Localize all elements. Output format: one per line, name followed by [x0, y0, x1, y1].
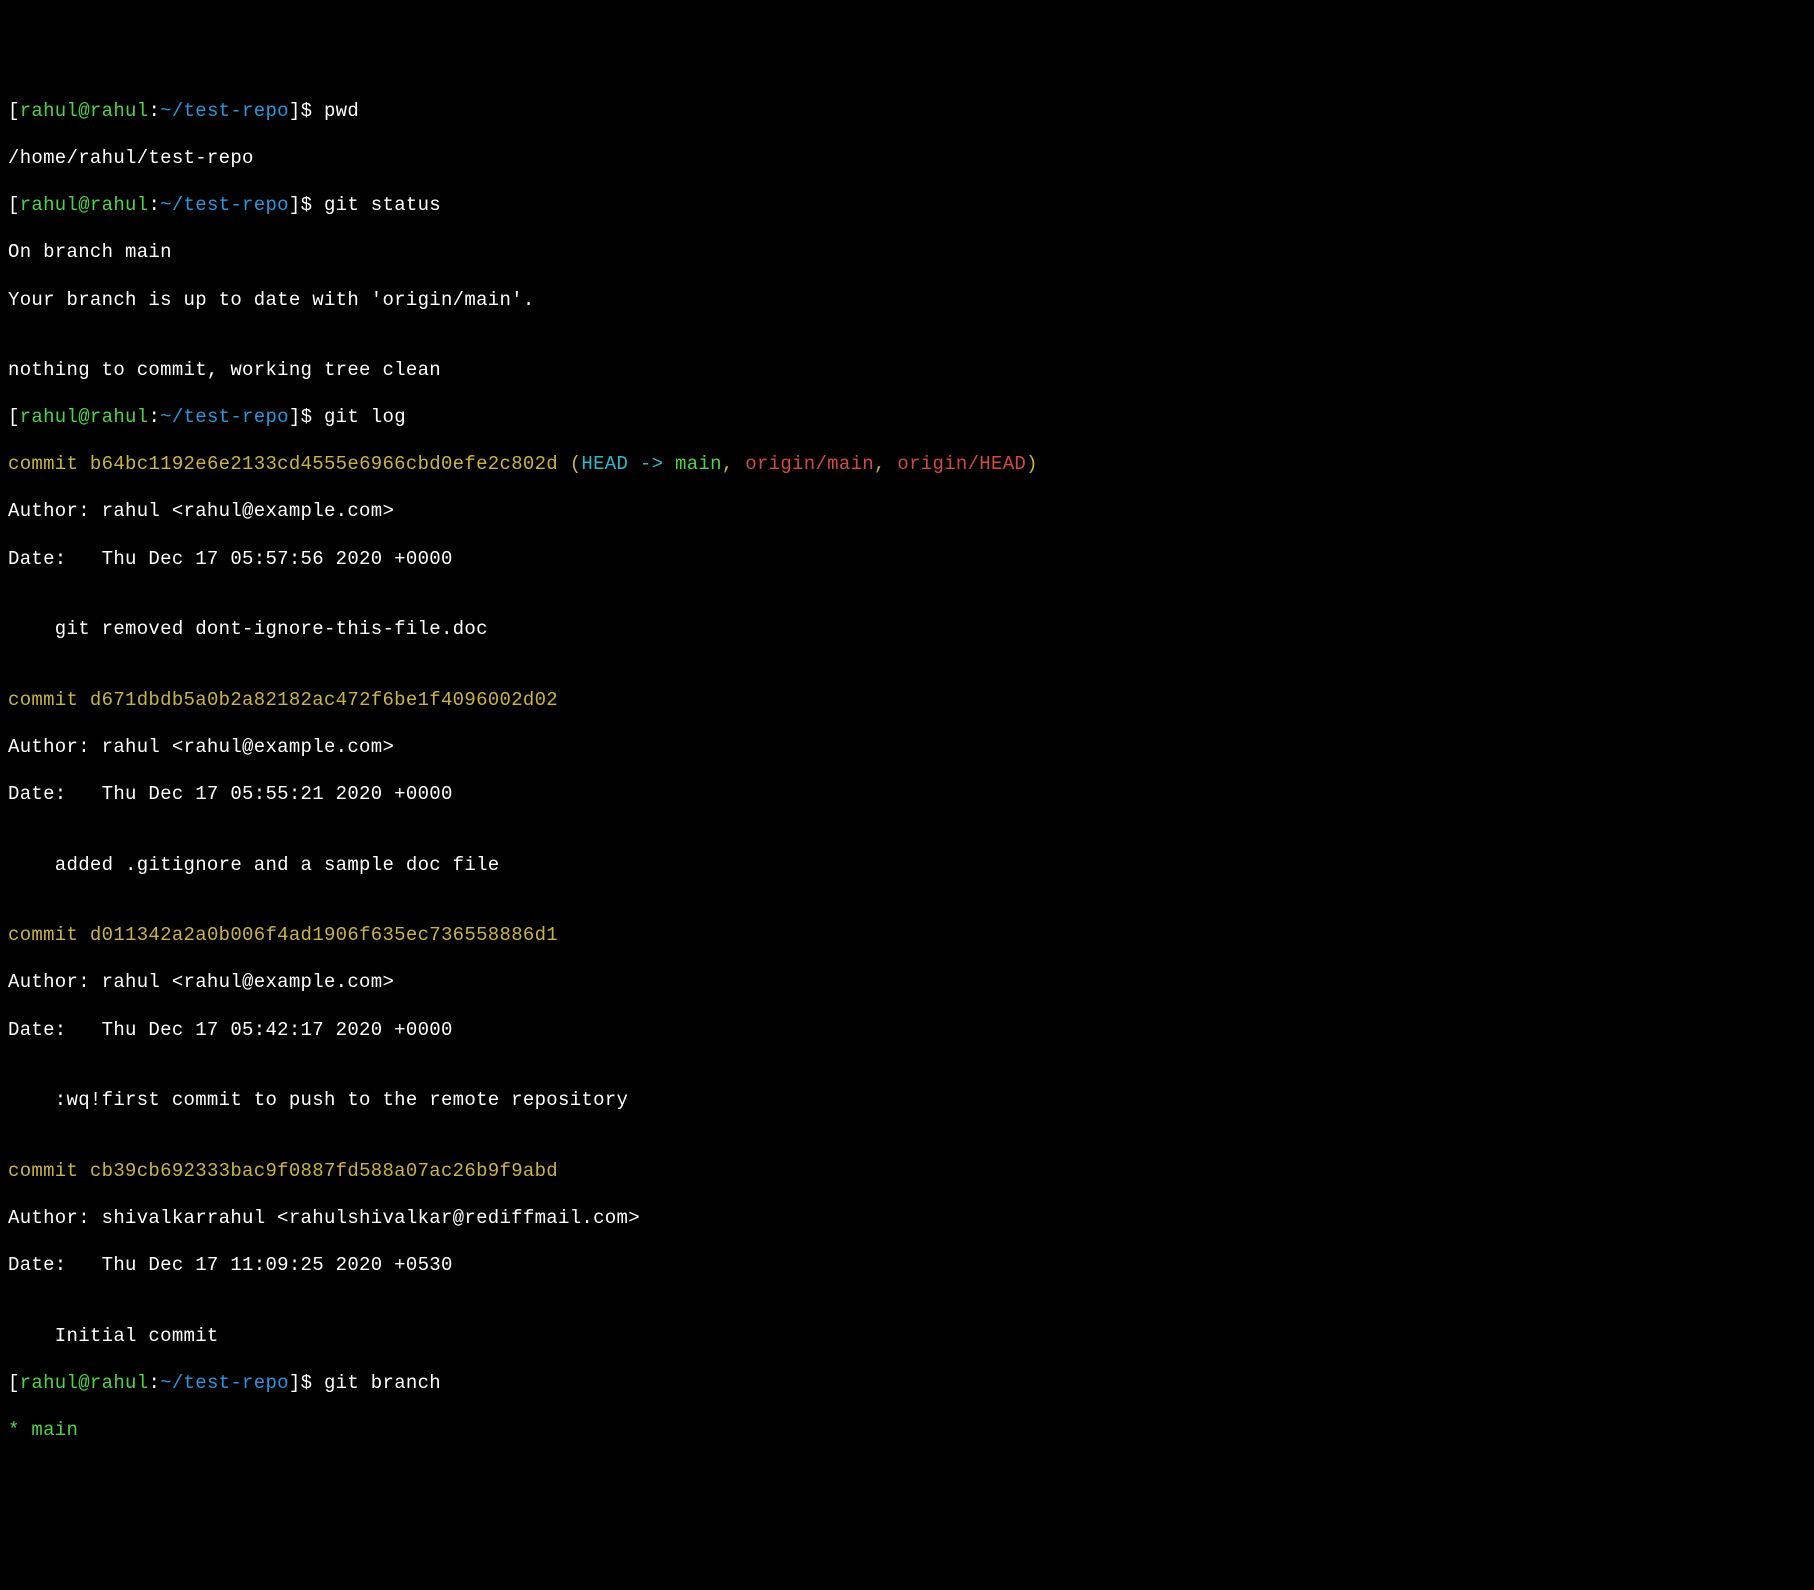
prompt-dollar: $ — [301, 406, 313, 428]
commit-2-message: added .gitignore and a sample doc file — [8, 854, 1806, 878]
commit-3-date: Date: Thu Dec 17 05:42:17 2020 +0000 — [8, 1019, 1806, 1043]
prompt-path: ~/test-repo — [160, 1372, 289, 1394]
paren-open: ( — [558, 453, 581, 475]
bracket-close: ] — [289, 406, 301, 428]
cmd-git-log: git log — [324, 406, 406, 428]
output-pwd: /home/rahul/test-repo — [8, 147, 1806, 171]
prompt-line-log: [rahul@rahul:~/test-repo]$ git log — [8, 406, 1806, 430]
branch-current: main — [31, 1419, 78, 1441]
prompt-dollar: $ — [301, 100, 313, 122]
cmd-git-status: git status — [324, 194, 441, 216]
commit-1-message: git removed dont-ignore-this-file.doc — [8, 618, 1806, 642]
commit-1-date: Date: Thu Dec 17 05:57:56 2020 +0000 — [8, 548, 1806, 572]
cmd-git-branch: git branch — [324, 1372, 441, 1394]
commit-hash: d671dbdb5a0b2a82182ac472f6be1f4096002d02 — [90, 689, 558, 711]
remote-origin-head: origin/HEAD — [897, 453, 1026, 475]
commit-4-header: commit cb39cb692333bac9f0887fd588a07ac26… — [8, 1160, 1806, 1184]
head-pointer: HEAD -> — [581, 453, 675, 475]
prompt-dollar: $ — [301, 1372, 313, 1394]
commit-label: commit — [8, 453, 90, 475]
cmd-pwd: pwd — [324, 100, 359, 122]
prompt-path: ~/test-repo — [160, 406, 289, 428]
commit-4-author: Author: shivalkarrahul <rahulshivalkar@r… — [8, 1207, 1806, 1231]
commit-4-date: Date: Thu Dec 17 11:09:25 2020 +0530 — [8, 1254, 1806, 1278]
prompt-user: rahul@rahul — [20, 1372, 149, 1394]
commit-3-header: commit d011342a2a0b006f4ad1906f635ec7365… — [8, 924, 1806, 948]
commit-3-message: :wq!first commit to push to the remote r… — [8, 1089, 1806, 1113]
commit-label: commit — [8, 924, 90, 946]
prompt-line-status: [rahul@rahul:~/test-repo]$ git status — [8, 194, 1806, 218]
prompt-sep: : — [148, 100, 160, 122]
branch-star: * — [8, 1419, 31, 1441]
bracket-close: ] — [289, 1372, 301, 1394]
prompt-path: ~/test-repo — [160, 100, 289, 122]
comma: , — [722, 453, 745, 475]
commit-hash: d011342a2a0b006f4ad1906f635ec736558886d1 — [90, 924, 558, 946]
paren-close: ) — [1026, 453, 1038, 475]
prompt-user: rahul@rahul — [20, 406, 149, 428]
commit-4-message: Initial commit — [8, 1325, 1806, 1349]
commit-label: commit — [8, 689, 90, 711]
prompt-line-pwd: [rahul@rahul:~/test-repo]$ pwd — [8, 100, 1806, 124]
commit-hash: cb39cb692333bac9f0887fd588a07ac26b9f9abd — [90, 1160, 558, 1182]
commit-2-author: Author: rahul <rahul@example.com> — [8, 736, 1806, 760]
prompt-sep: : — [148, 1372, 160, 1394]
terminal[interactable]: [rahul@rahul:~/test-repo]$ pwd /home/rah… — [8, 100, 1806, 1466]
commit-2-date: Date: Thu Dec 17 05:55:21 2020 +0000 — [8, 783, 1806, 807]
commit-3-author: Author: rahul <rahul@example.com> — [8, 971, 1806, 995]
prompt-sep: : — [148, 194, 160, 216]
commit-2-header: commit d671dbdb5a0b2a82182ac472f6be1f409… — [8, 689, 1806, 713]
bracket-open: [ — [8, 194, 20, 216]
prompt-user: rahul@rahul — [20, 194, 149, 216]
bracket-close: ] — [289, 100, 301, 122]
status-clean: nothing to commit, working tree clean — [8, 359, 1806, 383]
branch-main: main — [675, 453, 722, 475]
commit-1-header: commit b64bc1192e6e2133cd4555e6966cbd0ef… — [8, 453, 1806, 477]
bracket-close: ] — [289, 194, 301, 216]
comma: , — [874, 453, 897, 475]
prompt-sep: : — [148, 406, 160, 428]
prompt-dollar: $ — [301, 194, 313, 216]
commit-hash: b64bc1192e6e2133cd4555e6966cbd0efe2c802d — [90, 453, 558, 475]
commit-label: commit — [8, 1160, 90, 1182]
prompt-line-branch: [rahul@rahul:~/test-repo]$ git branch — [8, 1372, 1806, 1396]
bracket-open: [ — [8, 1372, 20, 1394]
prompt-user: rahul@rahul — [20, 100, 149, 122]
status-branch: On branch main — [8, 241, 1806, 265]
status-uptodate: Your branch is up to date with 'origin/m… — [8, 289, 1806, 313]
remote-origin-main: origin/main — [745, 453, 874, 475]
commit-1-author: Author: rahul <rahul@example.com> — [8, 500, 1806, 524]
branch-output: * main — [8, 1419, 1806, 1443]
bracket-open: [ — [8, 406, 20, 428]
bracket-open: [ — [8, 100, 20, 122]
prompt-path: ~/test-repo — [160, 194, 289, 216]
